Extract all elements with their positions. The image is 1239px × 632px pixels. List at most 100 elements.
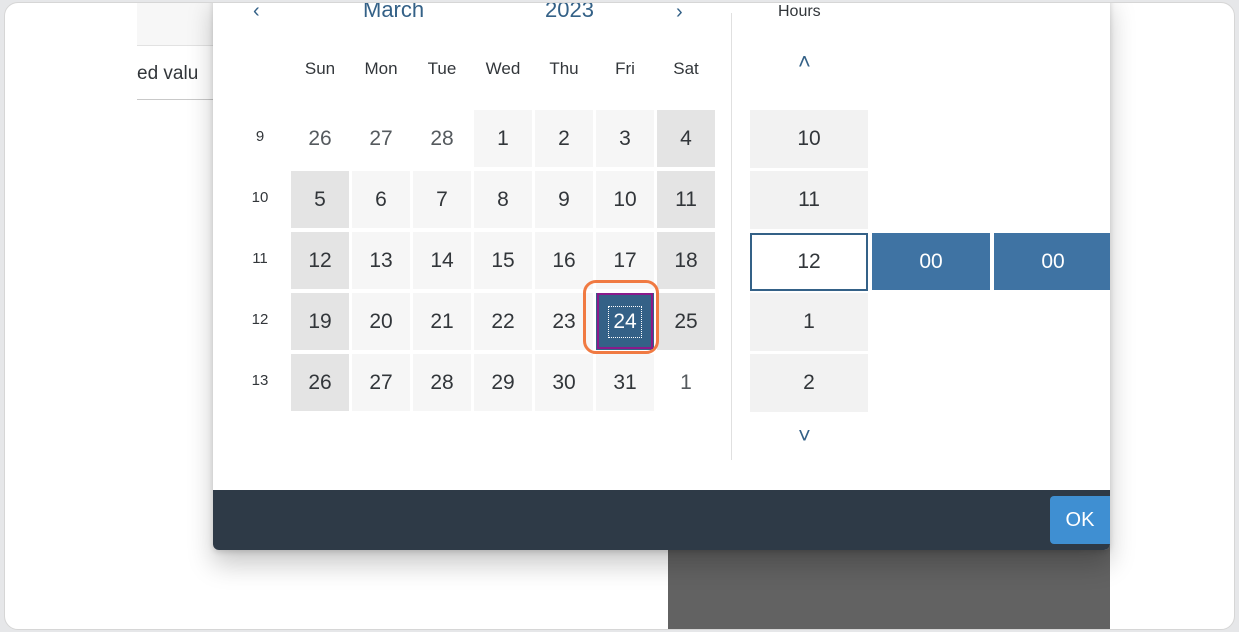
day-cell[interactable]: 25 (657, 293, 715, 350)
day-cell[interactable]: 4 (657, 110, 715, 167)
day-name-tue: Tue (427, 59, 457, 78)
day-cell[interactable]: 18 (657, 232, 715, 289)
chevron-up-icon[interactable]: ˄ (798, 49, 811, 75)
day-cell[interactable]: 20 (352, 293, 410, 350)
day-cell[interactable]: 26 (291, 354, 349, 411)
day-cell[interactable]: 31 (596, 354, 654, 411)
day-cell[interactable]: 19 (291, 293, 349, 350)
hour-selected[interactable]: 12 (750, 233, 868, 291)
popover-footer: OK (213, 490, 1110, 550)
day-number: 26 (308, 126, 332, 150)
hours-label: Hours (778, 3, 821, 20)
chevron-left-icon[interactable]: ‹ (253, 3, 260, 23)
day-cell[interactable]: 16 (535, 232, 593, 289)
day-number: 10 (613, 187, 637, 211)
day-number: 15 (491, 248, 515, 272)
day-number: 5 (314, 187, 326, 211)
day-cell[interactable]: 14 (413, 232, 471, 289)
ok-button[interactable]: OK (1050, 496, 1110, 544)
week-number: 13 (251, 372, 269, 389)
day-number: 4 (680, 126, 692, 150)
day-cell[interactable]: 22 (474, 293, 532, 350)
divider (731, 13, 732, 460)
hour-option[interactable]: 1 (750, 293, 868, 351)
week-number: 12 (251, 311, 269, 328)
day-name-sun: Sun (304, 59, 336, 78)
day-name-thu: Thu (549, 59, 579, 78)
day-number: 1 (497, 126, 509, 150)
day-cell[interactable]: 21 (413, 293, 471, 350)
day-cell[interactable]: 26 (291, 110, 349, 167)
day-cell[interactable]: 27 (352, 110, 410, 167)
day-number: 6 (375, 187, 387, 211)
day-number: 23 (552, 309, 576, 333)
day-cell[interactable]: 9 (535, 171, 593, 228)
selected-day-cell[interactable]: 24 (596, 293, 654, 350)
day-cell[interactable]: 13 (352, 232, 410, 289)
day-cell[interactable]: 12 (291, 232, 349, 289)
chevron-right-icon[interactable]: › (676, 3, 683, 24)
day-cell[interactable]: 10 (596, 171, 654, 228)
day-cell[interactable]: 6 (352, 171, 410, 228)
day-name-mon: Mon (364, 59, 398, 78)
day-number: 25 (674, 309, 698, 333)
day-number: 7 (436, 187, 448, 211)
month-button[interactable]: March (363, 3, 424, 23)
hour-option[interactable]: 2 (750, 354, 868, 412)
day-number: 24 (608, 305, 642, 338)
datetime-picker-popover: ‹ March 2023 › Sun Mon Tue Wed Thu Fri Sat 9 26… (213, 3, 1110, 550)
year-button[interactable]: 2023 (545, 3, 594, 23)
day-number: 29 (491, 370, 515, 394)
day-cell[interactable]: 1 (474, 110, 532, 167)
day-number: 26 (308, 370, 332, 394)
day-number: 28 (430, 370, 454, 394)
day-cell[interactable]: 1 (657, 354, 715, 411)
day-cell[interactable]: 29 (474, 354, 532, 411)
day-number: 28 (430, 126, 454, 150)
background-field-text: ed valu (137, 63, 199, 84)
day-number: 22 (491, 309, 515, 333)
day-cell[interactable]: 5 (291, 171, 349, 228)
day-number: 31 (613, 370, 637, 394)
day-number: 20 (369, 309, 393, 333)
week-number: 10 (251, 189, 269, 206)
day-number: 14 (430, 248, 454, 272)
hour-option[interactable]: 11 (750, 171, 868, 229)
chevron-down-icon[interactable]: ˅ (798, 423, 811, 449)
day-cell[interactable]: 28 (413, 354, 471, 411)
day-number: 16 (552, 248, 576, 272)
day-cell[interactable]: 8 (474, 171, 532, 228)
day-cell[interactable]: 17 (596, 232, 654, 289)
day-number: 21 (430, 309, 454, 333)
day-cell[interactable]: 11 (657, 171, 715, 228)
minutes-value[interactable]: 00 (872, 233, 990, 290)
day-number: 1 (680, 370, 692, 394)
day-number: 18 (674, 248, 698, 272)
day-name-sat: Sat (673, 59, 699, 78)
day-cell[interactable]: 15 (474, 232, 532, 289)
hour-option[interactable]: 10 (750, 110, 868, 168)
day-number: 2 (558, 126, 570, 150)
day-number: 13 (369, 248, 393, 272)
day-cell[interactable]: 23 (535, 293, 593, 350)
day-number: 12 (308, 248, 332, 272)
day-name-fri: Fri (615, 59, 635, 78)
background-dark-panel (668, 543, 1110, 629)
seconds-value[interactable]: 00 (994, 233, 1110, 290)
week-number: 9 (255, 128, 265, 145)
day-cell[interactable]: 7 (413, 171, 471, 228)
day-cell[interactable]: 2 (535, 110, 593, 167)
day-cell[interactable]: 30 (535, 354, 593, 411)
day-number: 11 (675, 187, 697, 211)
day-number: 30 (552, 370, 576, 394)
day-number: 8 (497, 187, 509, 211)
week-number: 11 (252, 250, 268, 267)
day-cell[interactable]: 3 (596, 110, 654, 167)
day-cell[interactable]: 27 (352, 354, 410, 411)
day-cell[interactable]: 28 (413, 110, 471, 167)
day-number: 9 (558, 187, 570, 211)
day-number: 27 (369, 126, 393, 150)
screenshot-frame: ed valu ‹ March 2023 › Sun Mon Tue Wed Thu Fr… (4, 2, 1235, 630)
day-number: 27 (369, 370, 393, 394)
day-number: 19 (308, 309, 332, 333)
